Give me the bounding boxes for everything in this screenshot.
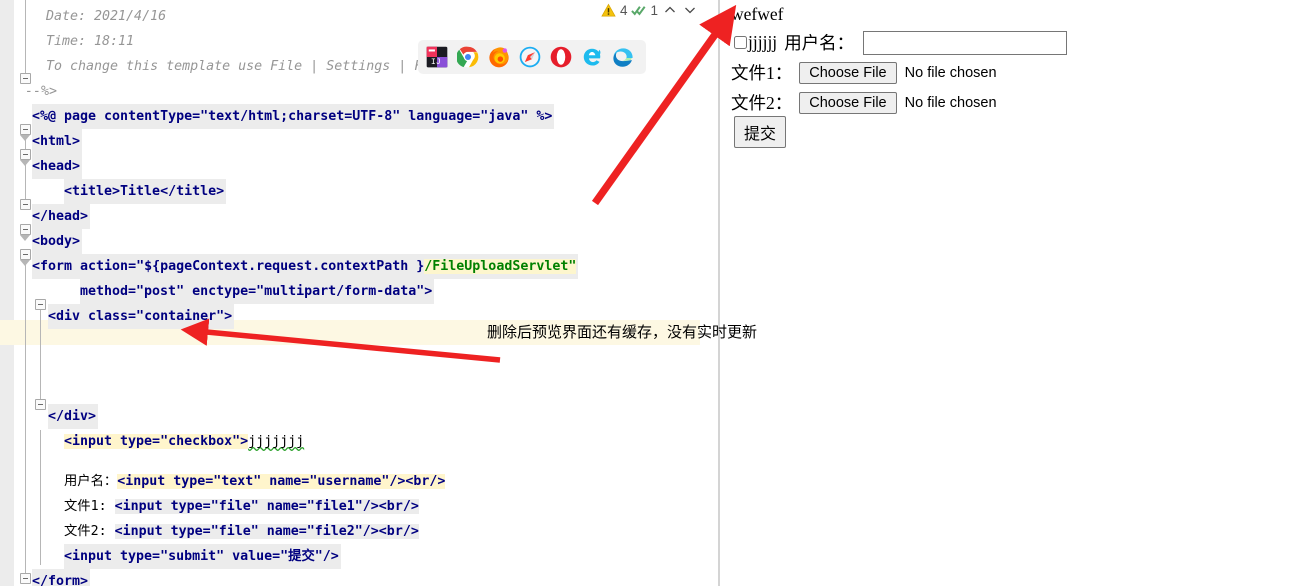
code-line-body-open: <body> — [32, 234, 81, 249]
safari-icon[interactable] — [519, 46, 541, 68]
chrome-icon[interactable] — [457, 46, 479, 68]
code-token-input-checkbox: <input type="checkbox"> — [64, 434, 249, 449]
edge-icon[interactable] — [612, 46, 634, 68]
preview-heading: wefwef — [731, 4, 784, 24]
chevron-down-icon[interactable] — [682, 2, 698, 18]
code-label-file1: 文件1: — [64, 499, 115, 514]
chevron-up-icon[interactable] — [662, 2, 678, 18]
code-label-file2: 文件2: — [64, 524, 115, 539]
preview-checkbox-label: jjjjjj — [748, 32, 778, 52]
editor-preview-divider[interactable] — [718, 0, 720, 586]
code-line-html-open: <html> — [32, 134, 81, 149]
preview-file2-row: 文件2： Choose File No file chosen — [731, 90, 997, 115]
browser-preview-panel[interactable]: wefwef jjjjjj 用户名： 文件1： Choose File No f… — [722, 0, 1315, 586]
code-line-form-close: </form> — [32, 574, 89, 586]
preview-file1-label: 文件1： — [731, 63, 793, 83]
preview-choose-file-2-button[interactable]: Choose File — [799, 91, 897, 114]
intellij-idea-icon[interactable]: IJ — [426, 46, 448, 68]
code-line-comment-end: --%> — [25, 84, 58, 99]
code-text[interactable]: Date: 2021/4/16 Time: 18:11 To change th… — [0, 0, 700, 586]
inspection-widget[interactable]: 4 1 — [601, 2, 698, 18]
code-token-jjj: jjjjjjj — [248, 434, 305, 449]
code-line-div-close: </div> — [48, 409, 97, 424]
preview-file1-row: 文件1： Choose File No file chosen — [731, 60, 997, 85]
warning-triangle-icon — [601, 3, 616, 16]
preview-username-row: jjjjjj 用户名： — [722, 30, 1068, 55]
ok-count: 1 — [650, 2, 658, 18]
internet-explorer-icon[interactable] — [581, 46, 603, 68]
preview-file2-label: 文件2： — [731, 93, 793, 113]
code-line-comment-date: Date: 2021/4/16 — [46, 9, 167, 24]
code-line-comment-time: Time: 18:11 — [46, 34, 135, 49]
green-double-check-icon — [631, 5, 646, 16]
opera-icon[interactable] — [550, 46, 572, 68]
svg-text:IJ: IJ — [431, 58, 441, 67]
preview-choose-file-1-button[interactable]: Choose File — [799, 61, 897, 84]
code-line-title: <title>Title</title> — [64, 184, 225, 199]
preview-username-label: 用户名： — [784, 33, 855, 53]
code-editor[interactable]: Date: 2021/4/16 Time: 18:11 To change th… — [0, 0, 720, 586]
code-line-form-open: <form action="${pageContext.request.cont… — [32, 259, 425, 274]
code-line-head-close: </head> — [32, 209, 89, 224]
code-line-page-directive: <%@ page contentType="text/html;charset=… — [32, 109, 553, 124]
error-stripe[interactable] — [700, 0, 720, 586]
code-label-username: 用户名： — [64, 474, 118, 489]
code-line-input-file1: <input type="file" name="file1"/><br/> — [114, 499, 419, 514]
warning-count: 4 — [619, 2, 628, 18]
code-line-form-attrs: method="post" enctype="multipart/form-da… — [80, 284, 433, 299]
preview-submit-button[interactable]: 提交 — [734, 116, 787, 148]
preview-file1-status: No file chosen — [904, 64, 997, 81]
code-line-head-open: <head> — [32, 159, 81, 174]
code-token-servlet-path: /FileUploadServlet" — [424, 259, 577, 274]
code-line-input-submit: <input type="submit" value="提交"/> — [64, 549, 339, 564]
code-line-input-file2: <input type="file" name="file2"/><br/> — [114, 524, 419, 539]
firefox-icon[interactable] — [488, 46, 510, 68]
preview-checkbox[interactable] — [734, 36, 747, 49]
preview-username-input[interactable] — [863, 30, 1068, 55]
preview-file2-status: No file chosen — [904, 94, 997, 111]
code-line-div-open: <div class="container"> — [48, 309, 233, 324]
browser-preview-toolbar[interactable]: IJ — [418, 40, 646, 74]
code-line-input-username: <input type="text" name="username"/><br/… — [117, 474, 446, 489]
annotation-note: 删除后预览界面还有缓存，没有实时更新 — [487, 323, 758, 341]
